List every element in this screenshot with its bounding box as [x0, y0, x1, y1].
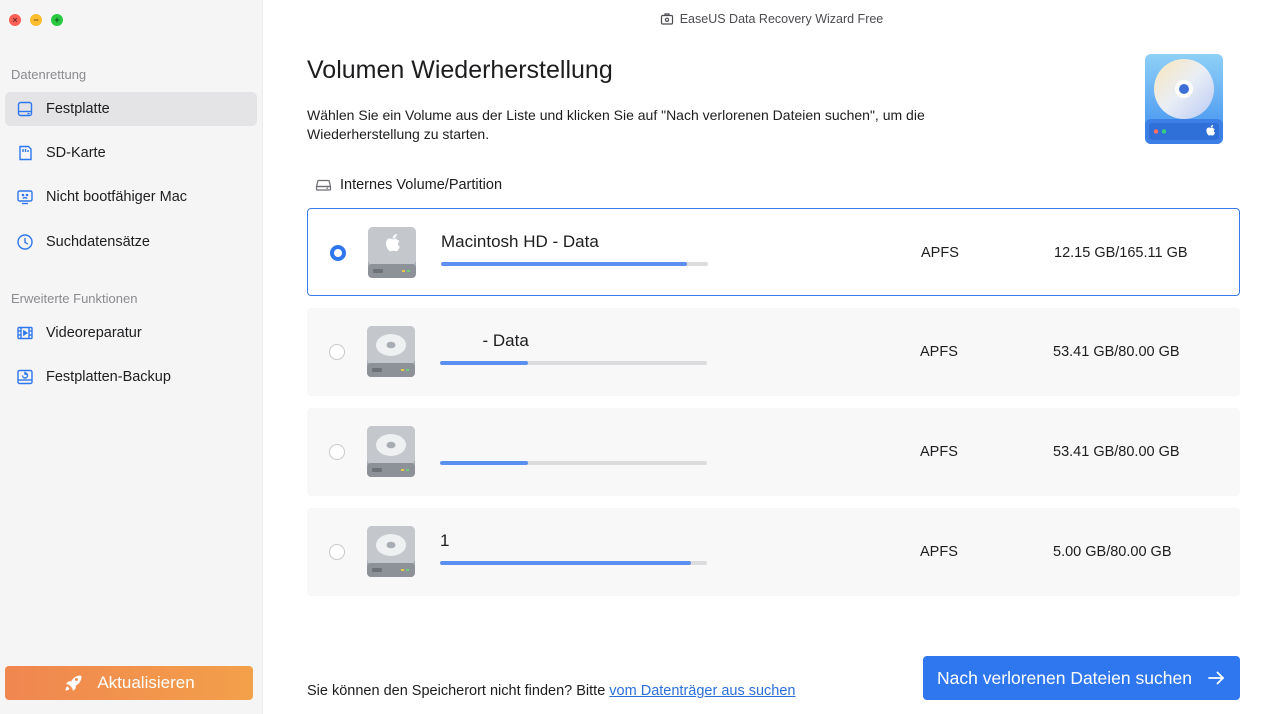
volume-usage-fill: [440, 561, 691, 565]
footer-hint-text: Sie können den Speicherort nicht finden?…: [307, 683, 610, 699]
volume-name: - Data: [440, 331, 529, 350]
volume-row-unnamed[interactable]: APFS 53.41 GB/80.00 GB: [307, 408, 1240, 496]
volume-usage-fill: [440, 361, 529, 365]
volume-size: 53.41 GB/80.00 GB: [1053, 444, 1180, 460]
sidebar-item-videoreparatur[interactable]: Videoreparatur: [5, 316, 257, 350]
drive-recovery-illustration: [1145, 54, 1223, 144]
scan-button-label: Nach verlorenen Dateien suchen: [937, 667, 1192, 688]
volume-radio[interactable]: [329, 544, 345, 560]
hard-drive-icon: [315, 179, 332, 191]
volume-radio[interactable]: [330, 245, 346, 261]
sidebar-item-festplatte[interactable]: Festplatte: [5, 92, 257, 126]
sidebar-item-label: Festplatten-Backup: [46, 369, 171, 385]
search-from-disk-link[interactable]: vom Datenträger aus suchen: [609, 683, 795, 699]
window-title-text: EaseUS Data Recovery Wizard Free: [679, 12, 884, 26]
close-icon: ×: [12, 14, 18, 25]
sidebar-item-label: SD-Karte: [46, 145, 106, 161]
zoom-icon: +: [54, 14, 60, 25]
section-title-erweiterte-funktionen: Erweiterte Funktionen: [11, 291, 138, 306]
volume-group-label: Internes Volume/Partition: [315, 176, 502, 193]
volume-usage-fill: [441, 262, 687, 266]
app-logo-icon: [660, 13, 673, 25]
minimize-window-button[interactable]: −: [30, 14, 42, 26]
window-controls: × − +: [9, 14, 63, 26]
scan-for-lost-files-button[interactable]: Nach verlorenen Dateien suchen: [923, 656, 1240, 700]
volume-row-macintosh-hd-data[interactable]: Macintosh HD - Data APFS 12.15 GB/165.11…: [307, 208, 1240, 296]
volume-name: Macintosh HD - Data: [441, 232, 599, 251]
volume-usage-fill: [440, 461, 529, 465]
volume-radio[interactable]: [329, 444, 345, 460]
sidebar-item-festplatten-backup[interactable]: Festplatten-Backup: [5, 360, 257, 394]
window-title: EaseUS Data Recovery Wizard Free: [263, 12, 1280, 26]
apple-disk-icon: [368, 227, 416, 278]
film-icon: [17, 326, 33, 340]
minimize-icon: −: [33, 14, 39, 25]
arrow-right-icon: [1208, 671, 1224, 685]
disk-icon: [367, 526, 415, 577]
rocket-icon: [65, 675, 82, 691]
monitor-icon: [17, 190, 33, 205]
clock-icon: [17, 234, 33, 250]
volume-group-label-text: Internes Volume/Partition: [340, 176, 503, 193]
volume-usage-bar: [440, 561, 707, 565]
hard-drive-icon: [17, 101, 33, 117]
volume-usage-bar: [440, 461, 707, 465]
footer-hint: Sie können den Speicherort nicht finden?…: [307, 683, 795, 699]
sd-card-icon: [19, 145, 32, 161]
zoom-window-button[interactable]: +: [51, 14, 63, 26]
update-button-label: Aktualisieren: [97, 673, 195, 692]
volume-size: 5.00 GB/80.00 GB: [1053, 544, 1172, 560]
sidebar-item-suchdatensaetze[interactable]: Suchdatensätze: [5, 225, 257, 259]
volume-name: 1: [440, 531, 450, 550]
volume-filesystem: APFS: [921, 245, 959, 261]
sidebar-item-label: Festplatte: [46, 101, 110, 117]
volume-row-data[interactable]: - Data APFS 53.41 GB/80.00 GB: [307, 308, 1240, 396]
volume-filesystem: APFS: [920, 344, 958, 360]
update-button[interactable]: Aktualisieren: [5, 666, 253, 700]
volume-row-1[interactable]: 1 APFS 5.00 GB/80.00 GB: [307, 508, 1240, 596]
section-title-datenrettung: Datenrettung: [11, 67, 87, 82]
sidebar-item-label: Videoreparatur: [46, 325, 142, 341]
volume-usage-bar: [441, 262, 708, 266]
volume-filesystem: APFS: [920, 444, 958, 460]
sidebar-item-nicht-bootfaehiger-mac[interactable]: Nicht bootfähiger Mac: [5, 180, 257, 214]
sidebar-item-label: Suchdatensätze: [46, 234, 150, 250]
volume-size: 12.15 GB/165.11 GB: [1054, 245, 1188, 261]
backup-icon: [17, 369, 33, 385]
sidebar-item-sd-karte[interactable]: SD-Karte: [5, 136, 257, 170]
volume-size: 53.41 GB/80.00 GB: [1053, 344, 1180, 360]
disk-icon: [367, 326, 415, 377]
page-title: Volumen Wiederherstellung: [307, 56, 613, 84]
sidebar-item-label: Nicht bootfähiger Mac: [46, 189, 188, 205]
sidebar: × − + Datenrettung Festplatte SD-Karte N…: [0, 0, 263, 714]
volume-radio[interactable]: [329, 344, 345, 360]
disk-icon: [367, 426, 415, 477]
volume-filesystem: APFS: [920, 544, 958, 560]
close-window-button[interactable]: ×: [9, 14, 21, 26]
volume-usage-bar: [440, 361, 707, 365]
page-description: Wählen Sie ein Volume aus der Liste und …: [307, 107, 925, 142]
